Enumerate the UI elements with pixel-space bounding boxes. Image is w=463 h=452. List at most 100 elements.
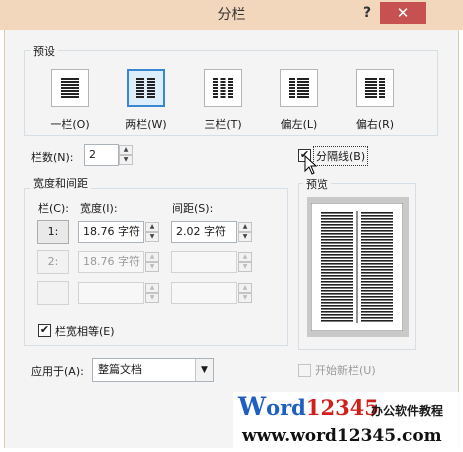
preview-text-line bbox=[321, 293, 353, 295]
watermark-url: www.word12345.com bbox=[242, 426, 442, 446]
spin-down-icon[interactable]: ▼ bbox=[119, 155, 133, 165]
preset-one-column-label: 一栏(O) bbox=[50, 118, 90, 131]
preview-text-line bbox=[321, 236, 353, 238]
preview-text-line bbox=[361, 284, 393, 286]
equal-width-checkbox[interactable]: ✔ bbox=[38, 324, 51, 337]
preview-text-line bbox=[321, 269, 353, 271]
preset-one-column[interactable] bbox=[51, 69, 89, 107]
column-1-spacing-stepper[interactable]: ▲ ▼ bbox=[238, 222, 252, 242]
preview-text-line bbox=[361, 305, 393, 307]
spin-down-icon: ▼ bbox=[145, 262, 159, 272]
watermark-brand: Word12345 bbox=[238, 393, 379, 422]
preset-right[interactable] bbox=[356, 69, 394, 107]
left-column-icon bbox=[289, 78, 309, 98]
preview-text-line bbox=[321, 266, 353, 268]
column-2-spacing-input bbox=[171, 251, 237, 273]
preview-text-line bbox=[321, 230, 353, 232]
columns-count-input[interactable]: 2 bbox=[84, 144, 119, 166]
watermark-brand-ord: ord bbox=[266, 395, 306, 420]
spin-up-icon[interactable]: ▲ bbox=[119, 145, 133, 155]
spin-up-icon: ▲ bbox=[238, 283, 252, 293]
preview-text-line bbox=[321, 224, 353, 226]
spin-up-icon: ▲ bbox=[145, 252, 159, 262]
column-2-button: 2: bbox=[37, 250, 69, 274]
watermark-brand-num: 12345 bbox=[305, 395, 379, 420]
spin-down-icon[interactable]: ▼ bbox=[238, 232, 252, 242]
column-2-width-stepper: ▲ ▼ bbox=[145, 252, 159, 272]
preview-text-line bbox=[361, 242, 393, 244]
column-1-width-stepper[interactable]: ▲ ▼ bbox=[145, 222, 159, 242]
columns-count-stepper[interactable]: ▲ ▼ bbox=[119, 145, 133, 165]
col-header: 栏(C): bbox=[38, 202, 69, 215]
preview-text-line bbox=[321, 290, 353, 292]
apply-to-label: 应用于(A): bbox=[31, 365, 84, 378]
preview-text-line bbox=[361, 317, 393, 319]
column-3-width-input bbox=[78, 282, 144, 304]
preview-text-line bbox=[361, 227, 393, 229]
preset-two-columns[interactable] bbox=[127, 69, 165, 107]
preview-text-line bbox=[361, 233, 393, 235]
column-1-width-input[interactable]: 18.76 字符 bbox=[78, 221, 144, 243]
preview-text-line bbox=[361, 218, 393, 220]
preview-text-line bbox=[361, 224, 393, 226]
preview-text-line bbox=[321, 284, 353, 286]
preview-text-line bbox=[321, 248, 353, 250]
spin-up-icon[interactable]: ▲ bbox=[238, 222, 252, 232]
spin-down-icon: ▼ bbox=[145, 293, 159, 303]
preview-text-line bbox=[321, 239, 353, 241]
help-icon[interactable]: ? bbox=[363, 5, 371, 21]
spin-up-icon[interactable]: ▲ bbox=[145, 222, 159, 232]
two-columns-icon bbox=[136, 78, 155, 98]
preview-text-line bbox=[321, 212, 353, 214]
preview-text-line bbox=[321, 314, 353, 316]
preview-text-line bbox=[361, 314, 393, 316]
preview-text-line bbox=[361, 269, 393, 271]
preview-text-line bbox=[321, 281, 353, 283]
spin-down-icon[interactable]: ▼ bbox=[145, 232, 159, 242]
chevron-down-icon[interactable]: ▼ bbox=[195, 359, 213, 381]
preview-text-line bbox=[321, 233, 353, 235]
preview-text-line bbox=[361, 236, 393, 238]
preview-text-line bbox=[321, 257, 353, 259]
preview-text-line bbox=[361, 254, 393, 256]
preview-text-line bbox=[321, 227, 353, 229]
column-1-button[interactable]: 1: bbox=[37, 220, 69, 244]
watermark-brand-w: W bbox=[238, 392, 267, 421]
preview-text-line bbox=[361, 293, 393, 295]
column-1-spacing-input[interactable]: 2.02 字符 bbox=[171, 221, 237, 243]
columns-count-label: 栏数(N): bbox=[31, 151, 74, 164]
preview-text-line bbox=[361, 230, 393, 232]
preview-text-line bbox=[321, 320, 353, 322]
preview-text-line bbox=[321, 305, 353, 307]
new-column-checkbox bbox=[298, 364, 311, 377]
mouse-cursor-icon bbox=[304, 155, 318, 175]
preview-text-line bbox=[361, 266, 393, 268]
preview-text-line bbox=[321, 218, 353, 220]
preview-text-line bbox=[361, 248, 393, 250]
preview-text-line bbox=[321, 215, 353, 217]
preset-left[interactable] bbox=[280, 69, 318, 107]
preview-text-line bbox=[321, 287, 353, 289]
preview-text-line bbox=[361, 290, 393, 292]
preview-text-line bbox=[321, 260, 353, 262]
separator-label[interactable]: 分隔线(B) bbox=[313, 146, 369, 166]
preview-text-line bbox=[321, 278, 353, 280]
spin-down-icon: ▼ bbox=[238, 293, 252, 303]
spin-up-icon: ▲ bbox=[238, 252, 252, 262]
preview-text-line bbox=[321, 275, 353, 277]
preset-three-columns[interactable] bbox=[204, 69, 242, 107]
preview-text-line bbox=[361, 239, 393, 241]
watermark-tagline: 办公软件教程 bbox=[371, 404, 444, 418]
preview-text-line bbox=[321, 317, 353, 319]
right-column-icon bbox=[365, 78, 385, 98]
preview-text-line bbox=[361, 263, 393, 265]
preview-text-line bbox=[361, 320, 393, 322]
preview-text-line bbox=[321, 245, 353, 247]
preview-text-line bbox=[321, 242, 353, 244]
column-2-width-input: 18.76 字符 bbox=[78, 251, 144, 273]
equal-width-label[interactable]: 栏宽相等(E) bbox=[55, 323, 115, 339]
close-button[interactable]: ✕ bbox=[380, 2, 426, 24]
preview-text-line bbox=[361, 281, 393, 283]
preview-text-line bbox=[321, 311, 353, 313]
preview-text-line bbox=[361, 308, 393, 310]
